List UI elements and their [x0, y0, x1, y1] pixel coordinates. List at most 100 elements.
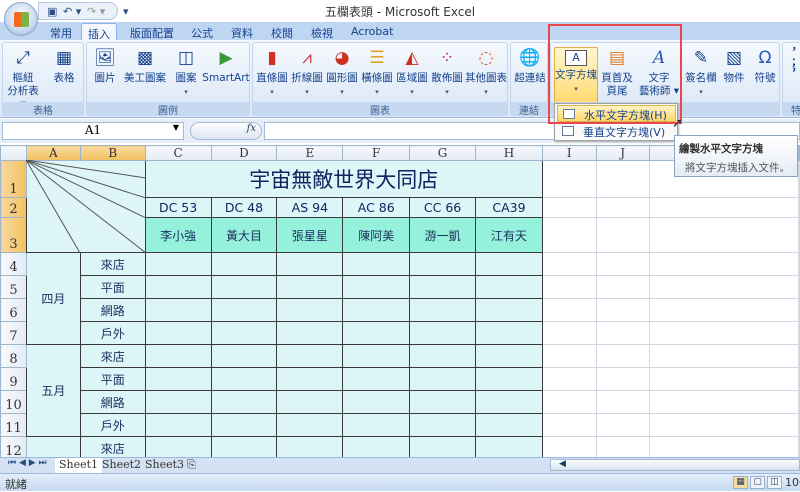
- chevron-down-icon[interactable]: ▼: [173, 123, 179, 132]
- data-cell[interactable]: [210, 413, 278, 437]
- data-cell[interactable]: [475, 321, 543, 345]
- cell[interactable]: [648, 413, 799, 437]
- tab-review[interactable]: 校閱: [265, 23, 299, 41]
- sheet-nav-buttons[interactable]: ⏮ ◀ ▶ ⏭: [4, 458, 51, 473]
- cell[interactable]: [798, 252, 800, 276]
- cell[interactable]: [541, 197, 597, 218]
- cell[interactable]: [648, 298, 799, 322]
- menu-item-vertical-text-box[interactable]: 垂直文字方塊(V): [557, 123, 676, 140]
- shapes-button[interactable]: ◫ 圖案 ▾: [171, 47, 201, 99]
- picture-button[interactable]: 🖼 圖片: [90, 47, 120, 85]
- code-cell[interactable]: AC 86: [342, 197, 411, 218]
- data-cell[interactable]: [276, 298, 344, 322]
- row-header[interactable]: 2: [0, 197, 27, 218]
- data-cell[interactable]: [210, 367, 278, 391]
- code-cell[interactable]: AS 94: [276, 197, 344, 218]
- tab-acrobat[interactable]: Acrobat: [345, 23, 399, 41]
- cell[interactable]: [798, 344, 800, 368]
- bar-chart-button[interactable]: ☰ 橫條圖 ▾: [360, 47, 394, 99]
- cell[interactable]: [595, 413, 650, 437]
- data-cell[interactable]: [276, 390, 344, 414]
- cell[interactable]: [595, 390, 650, 414]
- customize-qat-button[interactable]: ▾: [123, 5, 129, 18]
- normal-view-icon[interactable]: ▦: [733, 476, 748, 489]
- symbol-button[interactable]: Ω 符號: [750, 47, 780, 85]
- scatter-chart-button[interactable]: ⁘ 散佈圖 ▾: [430, 47, 464, 99]
- other-charts-button[interactable]: ◌ 其他圖表 ▾: [464, 47, 508, 99]
- data-cell[interactable]: [210, 298, 278, 322]
- cell[interactable]: [595, 344, 650, 368]
- data-cell[interactable]: [409, 252, 477, 276]
- name-cell[interactable]: 江有天: [475, 217, 543, 253]
- cell[interactable]: [648, 367, 799, 391]
- redo-button[interactable]: ↷ ▾: [87, 5, 105, 18]
- column-header[interactable]: F: [342, 145, 411, 161]
- data-cell[interactable]: [144, 367, 212, 391]
- smartart-button[interactable]: ▶ SmartArt: [202, 47, 250, 85]
- column-chart-button[interactable]: ▮ 直條圖 ▾: [255, 47, 289, 99]
- cell[interactable]: [541, 367, 597, 391]
- select-all-corner[interactable]: [0, 145, 27, 161]
- data-cell[interactable]: [342, 275, 411, 299]
- category-cell[interactable]: 網路: [79, 390, 146, 414]
- cell[interactable]: [798, 298, 800, 322]
- tab-formulas[interactable]: 公式: [185, 23, 219, 41]
- cell[interactable]: [798, 367, 800, 391]
- row-header[interactable]: 11: [0, 413, 27, 437]
- data-cell[interactable]: [276, 321, 344, 345]
- row-header[interactable]: 6: [0, 298, 27, 322]
- special-symbols-button[interactable]: ，；，: [785, 47, 797, 79]
- data-cell[interactable]: [210, 390, 278, 414]
- row-header[interactable]: 5: [0, 275, 27, 299]
- data-cell[interactable]: [475, 390, 543, 414]
- category-cell[interactable]: 戶外: [79, 321, 146, 345]
- cell[interactable]: [648, 321, 799, 345]
- cell[interactable]: [798, 275, 800, 299]
- insert-sheet-icon[interactable]: ⎘: [183, 458, 200, 473]
- tab-page-layout[interactable]: 版面配置: [124, 23, 180, 41]
- data-cell[interactable]: [144, 390, 212, 414]
- horizontal-scrollbar[interactable]: ◀: [550, 459, 800, 471]
- tab-insert[interactable]: 插入: [81, 23, 117, 41]
- row-header[interactable]: 1: [0, 160, 27, 198]
- month-cell[interactable]: 五月: [25, 344, 81, 437]
- page-break-view-icon[interactable]: ◫: [767, 476, 782, 489]
- column-header[interactable]: I: [541, 145, 597, 161]
- data-cell[interactable]: [409, 413, 477, 437]
- data-cell[interactable]: [210, 252, 278, 276]
- pie-chart-button[interactable]: ◕ 圓形圖 ▾: [325, 47, 359, 99]
- cell[interactable]: [648, 197, 799, 218]
- column-header[interactable]: A: [25, 145, 81, 161]
- object-button[interactable]: ▧ 物件: [719, 47, 749, 85]
- sheet-tab-2[interactable]: Sheet2: [98, 458, 145, 473]
- cell[interactable]: [648, 252, 799, 276]
- data-cell[interactable]: [342, 413, 411, 437]
- cell[interactable]: [648, 390, 799, 414]
- data-cell[interactable]: [342, 390, 411, 414]
- data-cell[interactable]: [342, 321, 411, 345]
- row-header[interactable]: 9: [0, 367, 27, 391]
- scroll-left-icon[interactable]: ◀: [559, 459, 566, 469]
- data-cell[interactable]: [210, 275, 278, 299]
- clip-art-button[interactable]: ▩ 美工圖案: [122, 47, 168, 85]
- sheet-title-cell[interactable]: 宇宙無敵世界大同店: [145, 160, 543, 198]
- code-cell[interactable]: DC 53: [144, 197, 212, 218]
- cell[interactable]: [648, 217, 799, 253]
- name-box[interactable]: A1 ▼: [2, 122, 184, 140]
- cell[interactable]: [798, 321, 800, 345]
- category-cell[interactable]: 來店: [79, 252, 146, 276]
- page-layout-view-icon[interactable]: ▢: [750, 476, 765, 489]
- column-header[interactable]: C: [144, 145, 212, 161]
- cell[interactable]: [798, 217, 800, 253]
- cell[interactable]: [595, 252, 650, 276]
- column-header[interactable]: J: [595, 145, 650, 161]
- data-cell[interactable]: [409, 275, 477, 299]
- category-cell[interactable]: 平面: [79, 367, 146, 391]
- code-cell[interactable]: CC 66: [409, 197, 477, 218]
- data-cell[interactable]: [342, 252, 411, 276]
- data-cell[interactable]: [409, 298, 477, 322]
- cell[interactable]: [798, 160, 800, 198]
- cell[interactable]: [541, 321, 597, 345]
- category-cell[interactable]: 來店: [79, 344, 146, 368]
- cell[interactable]: [595, 275, 650, 299]
